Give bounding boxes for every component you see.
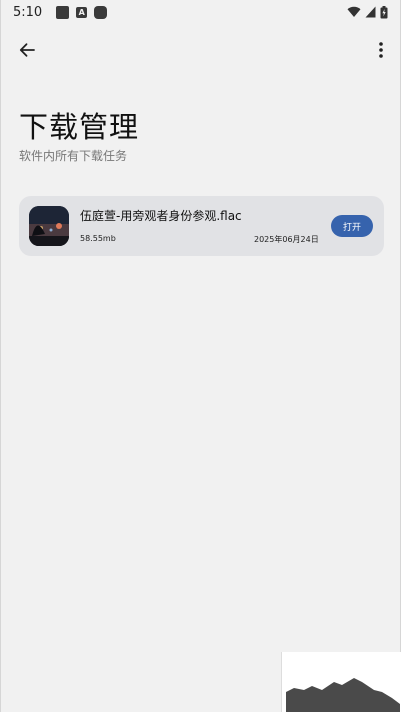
album-cover-thumbnail [29,206,69,246]
back-button[interactable] [13,36,41,64]
album-cover-image [29,206,69,246]
wifi-icon [347,6,361,18]
signal-icon [365,6,376,18]
floating-waveform-preview[interactable] [281,652,401,712]
download-file-name: 伍庭萱-用旁观者身份参观.flac [80,209,242,223]
page-subtitle: 软件内所有下载任务 [19,149,128,163]
waveform-icon [286,678,400,712]
notification-icons: A [56,5,108,19]
download-file-size: 58.55mb [80,234,116,243]
battery-icon [380,5,388,18]
download-item[interactable]: 伍庭萱-用旁观者身份参观.flac 58.55mb 2025年06月24日 打开 [19,196,384,256]
more-options-button[interactable] [369,36,393,64]
arrow-left-icon [19,43,35,57]
notification-app-icon [94,5,108,19]
page-title: 下载管理 [19,110,140,144]
more-vertical-icon [379,42,383,58]
open-file-button[interactable]: 打开 [331,215,373,237]
notification-image-icon [56,5,70,19]
system-icons [347,5,388,19]
status-time: 5:10 [13,4,43,20]
notification-font-icon: A [76,6,88,18]
download-date: 2025年06月24日 [254,235,319,244]
status-bar: 5:10 A [1,0,400,24]
